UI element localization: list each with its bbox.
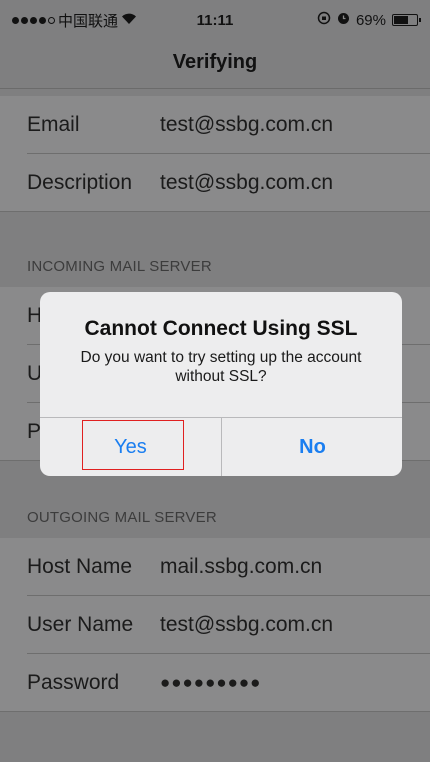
yes-button-highlight <box>82 420 184 470</box>
outgoing-user-row[interactable]: User Name test@ssbg.com.cn <box>0 596 430 654</box>
battery-percentage: 69% <box>355 11 386 29</box>
rotation-lock-icon <box>317 11 331 29</box>
wifi-icon <box>121 12 137 29</box>
signal-strength-icon <box>12 16 55 24</box>
incoming-password-label: P <box>27 420 42 443</box>
account-section: Email test@ssbg.com.cn Description test@… <box>0 96 430 212</box>
outgoing-user-field[interactable]: test@ssbg.com.cn <box>160 613 333 637</box>
alarm-icon <box>337 12 350 29</box>
carrier-name: 中国联通 <box>58 12 119 30</box>
dialog-title: Cannot Connect Using SSL <box>84 317 358 340</box>
outgoing-user-label: User Name <box>27 613 134 636</box>
description-label: Description <box>27 171 133 194</box>
battery-icon <box>392 14 421 26</box>
status-right: 69% <box>317 11 421 29</box>
description-field[interactable]: test@ssbg.com.cn <box>160 171 333 195</box>
outgoing-host-field[interactable]: mail.ssbg.com.cn <box>160 555 322 579</box>
battery-fill <box>394 16 409 24</box>
incoming-section-header: INCOMING MAIL SERVER <box>27 258 212 275</box>
ssl-alert-dialog: Cannot Connect Using SSL Do you want to … <box>40 292 402 476</box>
outgoing-host-label: Host Name <box>27 555 133 578</box>
outgoing-host-row[interactable]: Host Name mail.ssbg.com.cn <box>0 538 430 596</box>
email-field[interactable]: test@ssbg.com.cn <box>160 113 333 137</box>
dialog-message: Do you want to try setting up the accoun… <box>80 349 362 385</box>
outgoing-password-field[interactable]: ●●●●●●●●● <box>160 673 261 693</box>
status-left: 中国联通 <box>12 10 137 31</box>
page-title: Verifying <box>0 40 430 89</box>
outgoing-password-row[interactable]: Password ●●●●●●●●● <box>0 654 430 712</box>
outgoing-section: Host Name mail.ssbg.com.cn User Name tes… <box>0 538 430 712</box>
description-row[interactable]: Description test@ssbg.com.cn <box>0 154 430 212</box>
email-label: Email <box>27 113 80 136</box>
status-bar: 中国联通 11:11 69% <box>0 0 430 40</box>
outgoing-password-label: Password <box>27 671 120 694</box>
email-row[interactable]: Email test@ssbg.com.cn <box>0 96 430 154</box>
outgoing-section-header: OUTGOING MAIL SERVER <box>27 509 217 526</box>
no-button[interactable]: No <box>222 418 402 476</box>
